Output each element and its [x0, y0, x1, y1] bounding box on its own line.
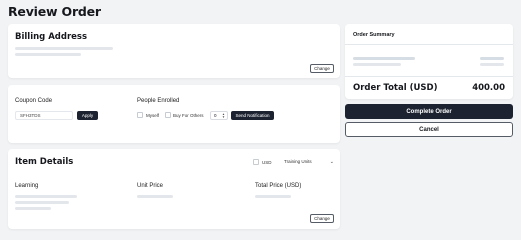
- summary-placeholder-2: [353, 63, 401, 66]
- item-details-title: Item Details: [15, 157, 74, 167]
- order-total-label: Order Total (USD): [353, 83, 438, 93]
- usd-label: USD: [262, 160, 272, 165]
- billing-address-card: Billing Address Change: [8, 24, 340, 78]
- send-notification-button[interactable]: Send Notification: [231, 111, 274, 120]
- order-summary-title: Order Summary: [353, 32, 395, 38]
- complete-order-button[interactable]: Complete Order: [345, 104, 513, 119]
- apply-coupon-button[interactable]: Apply: [77, 111, 98, 120]
- stepper-arrows-icon[interactable]: ▲ ▼: [222, 112, 227, 119]
- coupon-code-label: Coupon Code: [15, 98, 53, 104]
- buy-for-others-label: Buy For Others: [173, 113, 204, 118]
- summary-divider-top: [345, 44, 513, 45]
- quantity-value: 0: [214, 113, 217, 118]
- billing-placeholder-line-1: [15, 47, 113, 50]
- summary-placeholder-3: [480, 57, 504, 60]
- training-units-select[interactable]: Training Units ⌄: [284, 157, 334, 166]
- cancel-button[interactable]: Cancel: [345, 122, 513, 137]
- coupon-enrollment-card: Coupon Code SFH3TDS Apply People Enrolle…: [8, 85, 340, 143]
- coupon-code-input[interactable]: SFH3TDS: [15, 111, 73, 120]
- order-summary-card: Order Summary Order Total (USD) 400.00: [345, 24, 513, 99]
- summary-placeholder-4: [480, 63, 504, 66]
- buy-for-others-checkbox[interactable]: [165, 112, 171, 118]
- billing-change-button[interactable]: Change: [310, 64, 334, 73]
- summary-placeholder-1: [353, 57, 415, 60]
- column-unit-price: Unit Price: [137, 183, 164, 189]
- people-enrolled-label: People Enrolled: [137, 98, 180, 104]
- order-total-value: 400.00: [472, 83, 505, 93]
- item-details-card: Item Details USD Training Units ⌄ Learni…: [8, 149, 340, 229]
- learning-placeholder-3: [15, 207, 51, 210]
- training-units-value: Training Units: [284, 159, 312, 164]
- learning-placeholder-2: [15, 201, 69, 204]
- quantity-stepper[interactable]: 0 ▲ ▼: [210, 111, 228, 120]
- myself-label: Myself: [146, 113, 160, 118]
- column-learning: Learning: [15, 183, 39, 189]
- unit-price-placeholder: [137, 195, 173, 198]
- usd-checkbox[interactable]: [253, 159, 259, 165]
- learning-placeholder-1: [15, 195, 77, 198]
- chevron-down-icon: ⌄: [329, 158, 334, 165]
- summary-divider-bottom: [345, 76, 513, 77]
- total-price-placeholder: [255, 195, 291, 198]
- column-total-price: Total Price (USD): [255, 183, 302, 189]
- item-details-change-button[interactable]: Change: [310, 214, 334, 223]
- page-title: Review Order: [8, 4, 101, 19]
- billing-address-title: Billing Address: [15, 32, 88, 42]
- myself-checkbox[interactable]: [137, 112, 143, 118]
- billing-placeholder-line-2: [15, 53, 81, 56]
